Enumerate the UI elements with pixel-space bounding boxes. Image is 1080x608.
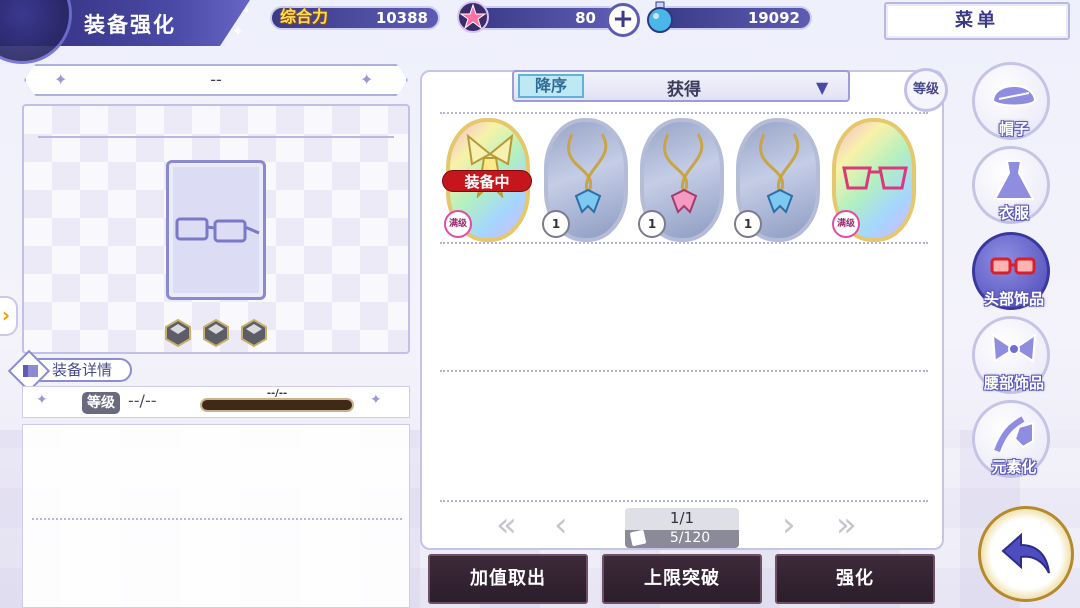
sparkle-icon: ✦ [370,392,382,408]
menu-button[interactable]: 菜单 [884,2,1070,40]
level-value: --/-- [128,391,157,410]
page-indicator: 1/1 [669,509,695,527]
category-dress[interactable]: 衣服 [972,146,1050,224]
item-level-badge: 1 [734,210,762,238]
title-emblem [0,0,72,64]
limit-break-button[interactable]: 上限突破 [602,554,762,604]
next-page-button[interactable]: › [782,505,796,545]
stamina-star-icon [457,1,489,33]
card-icon [23,365,38,377]
category-waist-accessory[interactable]: 腰部饰品 [972,316,1050,394]
stamina-pill: 80 [470,6,620,30]
chevron-down-icon[interactable]: ▼ [816,78,828,97]
element-icon [994,416,1034,453]
glasses-icon [990,257,1036,275]
sort-value: 获得 [667,80,701,100]
potion-icon [647,1,673,33]
power-value: 10388 [375,9,428,27]
slot-gem-icon [241,318,267,348]
row-divider [440,112,928,114]
currency-value: 19092 [747,9,800,27]
glasses-icon [175,217,260,243]
extract-bonus-button[interactable]: 加值取出 [428,554,588,604]
category-label: 元素化 [991,458,1037,476]
expand-panel-button[interactable]: › [0,296,18,336]
bow-icon [991,333,1037,363]
add-stamina-button[interactable]: + [606,3,640,37]
category-elementalize[interactable]: 元素化 [972,400,1050,478]
prev-page-button[interactable]: ‹ [554,505,568,545]
necklace-icon [567,133,608,214]
back-button[interactable] [978,506,1074,602]
category-label: 头部饰品 [983,290,1044,308]
xp-bar [200,398,354,412]
preview-divider [38,136,394,138]
sparkle-icon: ✦ [232,24,244,40]
item-level-badge: 满级 [444,210,472,238]
row-divider [440,242,928,244]
inventory-count: 5/120 [669,530,711,546]
sparkle-icon: ✦ [36,392,48,408]
necklace-icon [663,133,704,214]
currency-pill: 19092 [656,6,812,30]
item-name: -- [210,70,222,89]
dress-icon [993,160,1035,200]
description-box [22,424,410,608]
item-level-badge: 1 [542,210,570,238]
category-label: 腰部饰品 [983,374,1044,392]
sort-order-toggle[interactable]: 降序 [518,74,584,98]
glasses-icon [842,166,908,190]
xp-text: --/-- [266,388,288,399]
necklace-icon [759,133,800,214]
category-hat[interactable]: 帽子 [972,62,1050,140]
category-label: 衣服 [998,204,1029,222]
stamina-value: 80 [575,9,596,27]
power-label: 综合力 [280,7,329,26]
back-arrow-icon [1001,532,1050,574]
sparkle-icon: ✦ [242,6,251,17]
category-label: 帽子 [998,120,1029,138]
row-divider [440,500,928,502]
first-page-button[interactable]: « [496,505,517,545]
description-divider [32,518,402,520]
equipped-tag: 装备中 [442,170,532,192]
item-level-badge: 1 [638,210,666,238]
last-page-button[interactable]: » [836,505,857,545]
item-level-badge: 满级 [832,210,860,238]
level-filter-button[interactable]: 等级 [904,68,948,112]
row-divider [440,370,928,372]
level-label: 等级 [82,392,120,414]
enhance-button[interactable]: 强化 [775,554,935,604]
slot-gem-icon [165,318,191,348]
category-head-accessory[interactable]: 头部饰品 [972,232,1050,310]
page-title: 装备强化 [84,13,176,37]
hat-icon [991,85,1037,107]
details-label: 装备详情 [52,361,113,379]
item-preview-card [166,160,266,300]
slot-gem-icon [203,318,229,348]
